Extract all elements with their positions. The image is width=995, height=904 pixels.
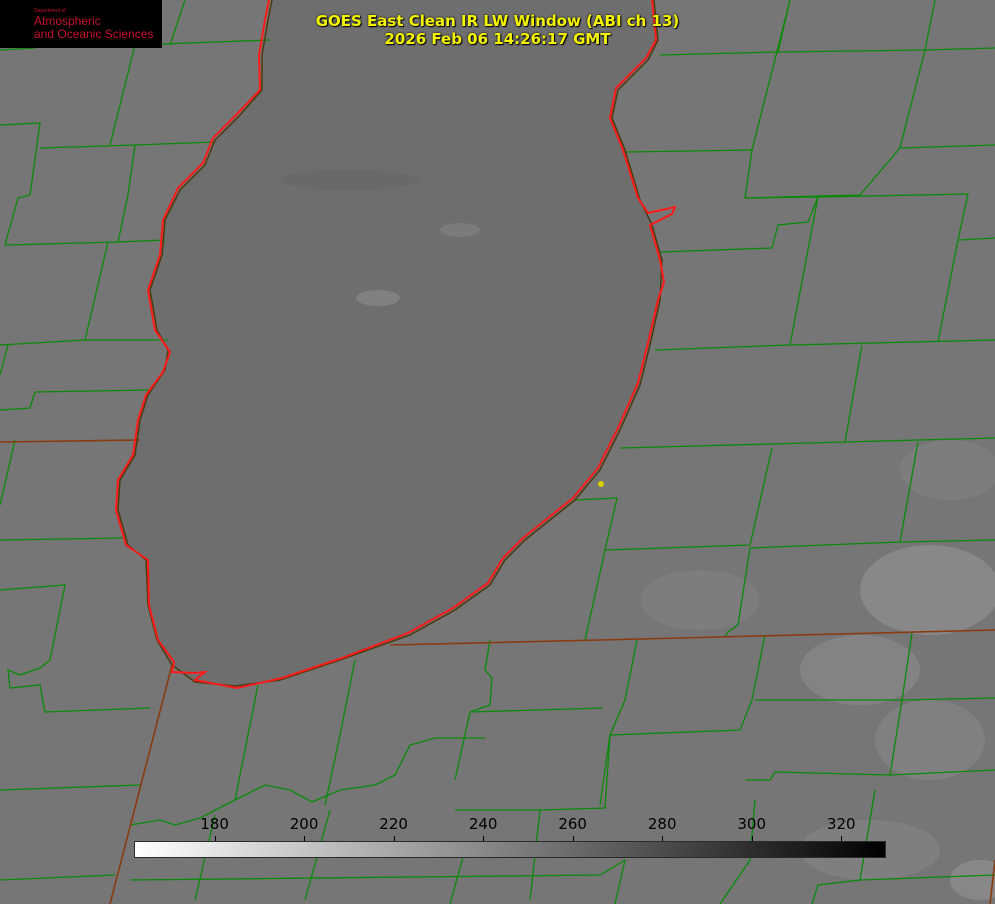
- title-timestamp: 2026 Feb 06 14:26:17 GMT: [384, 30, 611, 48]
- logo-line2: and Oceanic Sciences: [34, 26, 154, 41]
- colorbar-tick-label: 200: [289, 815, 319, 833]
- colorbar-tick-label: 300: [737, 815, 767, 833]
- logo-line1: Atmospheric: [34, 13, 101, 28]
- colorbar-tick-label: 320: [826, 815, 856, 833]
- colorbar-tick-label: 240: [468, 815, 498, 833]
- colorbar-tick-label: 220: [379, 815, 408, 833]
- title-product: GOES East Clean IR LW Window (ABI ch 13): [315, 12, 680, 30]
- colorbar-tick-label: 180: [200, 815, 229, 833]
- colorbar-tick-label: 260: [558, 815, 587, 833]
- satellite-map: W: [0, 0, 995, 904]
- colorbar: [134, 841, 886, 858]
- location-marker: [598, 481, 604, 487]
- logo-text: Department of Atmospheric and Oceanic Sc…: [34, 8, 153, 41]
- image-title: GOES East Clean IR LW Window (ABI ch 13)…: [300, 12, 695, 48]
- colorbar-tick-label: 280: [647, 815, 677, 833]
- aos-logo: Department of Atmospheric and Oceanic Sc…: [0, 0, 162, 48]
